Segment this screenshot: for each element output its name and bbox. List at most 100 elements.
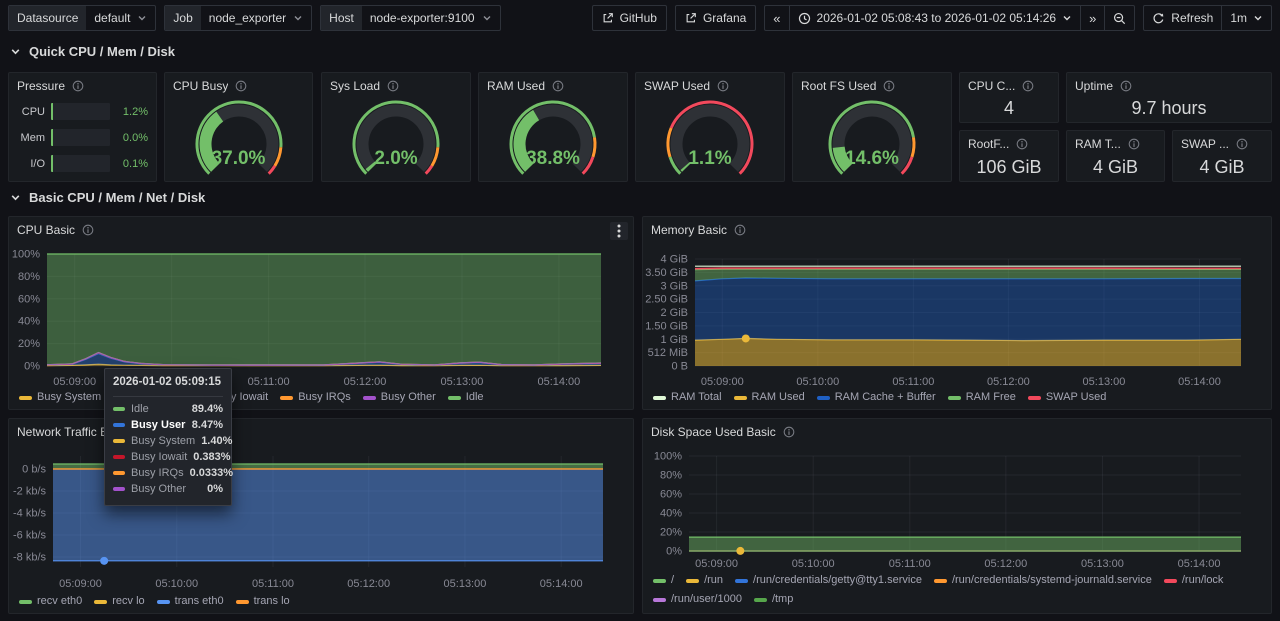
legend-item[interactable]: Busy System xyxy=(19,391,101,404)
refresh-interval-dropdown[interactable]: 1m xyxy=(1221,6,1271,30)
svg-text:2.50 GiB: 2.50 GiB xyxy=(645,294,688,306)
legend-item[interactable]: trans eth0 xyxy=(157,595,224,608)
legend-item[interactable]: /run xyxy=(686,574,723,587)
legend-item[interactable]: /run/credentials/systemd-journald.servic… xyxy=(934,574,1152,587)
gauge: 14.6% xyxy=(817,97,927,181)
svg-text:-8 kb/s: -8 kb/s xyxy=(13,551,47,563)
legend-item[interactable]: recv eth0 xyxy=(19,595,82,608)
cpu-basic-chart[interactable]: 05:09:0005:10:0005:11:0005:12:0005:13:00… xyxy=(9,217,635,411)
svg-text:-6 kb/s: -6 kb/s xyxy=(13,529,47,541)
gauge: 1.1% xyxy=(655,97,765,181)
panel-rootfs-total-stat: RootF... 106 GiB xyxy=(959,130,1059,182)
refresh-button[interactable]: Refresh xyxy=(1144,6,1221,30)
info-icon[interactable] xyxy=(1120,80,1132,92)
svg-text:2 GiB: 2 GiB xyxy=(660,307,688,319)
svg-text:60%: 60% xyxy=(660,489,682,501)
memory-basic-legend: RAM Total RAM Used RAM Cache + Buffer RAM F… xyxy=(653,391,1263,404)
panel-title[interactable]: SWAP Used xyxy=(644,79,710,93)
svg-text:0 B: 0 B xyxy=(671,361,688,373)
panel-title[interactable]: RAM Used xyxy=(487,79,545,93)
variable-value-dropdown[interactable]: default xyxy=(86,6,155,30)
legend-item[interactable]: /run/lock xyxy=(1164,574,1224,587)
legend-item[interactable]: /run/credentials/getty@tty1.service xyxy=(735,574,922,587)
github-link-button[interactable]: GitHub xyxy=(592,5,667,31)
legend-item[interactable]: SWAP Used xyxy=(1028,391,1107,404)
panel-disk-space-used-basic: Disk Space Used Basic 05:09:0005:10:0005… xyxy=(642,418,1272,614)
grafana-link-button[interactable]: Grafana xyxy=(675,5,756,31)
variable-host[interactable]: Host node-exporter:9100 xyxy=(320,5,500,31)
legend-item[interactable]: RAM Used xyxy=(734,391,805,404)
info-icon[interactable] xyxy=(552,80,564,92)
panel-title[interactable]: Pressure xyxy=(17,79,65,93)
info-icon[interactable] xyxy=(717,80,729,92)
panel-title[interactable]: RootF... xyxy=(968,137,1009,151)
legend-item[interactable]: recv lo xyxy=(94,595,144,608)
stat-value: 4 GiB xyxy=(1173,153,1271,181)
info-icon[interactable] xyxy=(883,80,895,92)
stat-value: 9.7 hours xyxy=(1067,95,1271,122)
stat-value: 4 xyxy=(960,95,1058,122)
legend-item[interactable]: Idle xyxy=(448,391,484,404)
info-icon[interactable] xyxy=(387,80,399,92)
info-icon[interactable] xyxy=(1128,138,1140,150)
gauge: 37.0% xyxy=(184,97,294,181)
info-icon[interactable] xyxy=(1016,138,1028,150)
info-icon[interactable] xyxy=(1022,80,1034,92)
info-icon[interactable] xyxy=(235,80,247,92)
gauge-value: 1.1% xyxy=(655,148,765,170)
svg-text:100%: 100% xyxy=(654,451,682,463)
svg-text:05:10:00: 05:10:00 xyxy=(796,376,839,388)
legend-item[interactable]: RAM Total xyxy=(653,391,722,404)
pressure-row: Mem 0.0% xyxy=(17,129,148,146)
zoom-out-time-button[interactable] xyxy=(1104,6,1134,30)
panel-title[interactable]: Root FS Used xyxy=(801,79,876,93)
variable-value-dropdown[interactable]: node_exporter xyxy=(201,6,311,30)
svg-text:05:11:00: 05:11:00 xyxy=(889,558,931,570)
legend-item[interactable]: trans lo xyxy=(236,595,290,608)
panel-title[interactable]: CPU C... xyxy=(968,79,1015,93)
svg-text:40%: 40% xyxy=(18,316,40,328)
variable-job[interactable]: Job node_exporter xyxy=(164,5,312,31)
time-shift-back-button[interactable]: « xyxy=(765,6,788,30)
section-basic-cpu-mem-net-disk[interactable]: Basic CPU / Mem / Net / Disk xyxy=(10,190,205,205)
info-icon[interactable] xyxy=(1236,138,1248,150)
legend-item[interactable]: /tmp xyxy=(754,593,793,606)
panel-title[interactable]: SWAP ... xyxy=(1181,137,1229,151)
variable-value-dropdown[interactable]: node-exporter:9100 xyxy=(362,6,500,30)
svg-text:80%: 80% xyxy=(18,271,40,283)
grafana-dashboard: Datasource default Job node_exporter Hos… xyxy=(0,0,1280,621)
panel-cpu-cores-stat: CPU C... 4 xyxy=(959,72,1059,123)
panel-title[interactable]: RAM T... xyxy=(1075,137,1121,151)
legend-item[interactable]: Busy Iowait xyxy=(194,391,268,404)
section-quick-cpu-mem-disk[interactable]: Quick CPU / Mem / Disk xyxy=(10,44,175,59)
svg-text:0%: 0% xyxy=(24,361,40,373)
legend-item[interactable]: Busy Other xyxy=(363,391,436,404)
svg-text:40%: 40% xyxy=(660,508,682,520)
legend-item[interactable]: Busy IRQs xyxy=(280,391,351,404)
variable-label: Host xyxy=(321,6,362,30)
svg-text:05:13:00: 05:13:00 xyxy=(1083,376,1126,388)
svg-text:05:11:00: 05:11:00 xyxy=(252,578,294,590)
memory-basic-chart[interactable]: 05:09:0005:10:0005:11:0005:12:0005:13:00… xyxy=(643,217,1273,411)
variable-datasource[interactable]: Datasource default xyxy=(8,5,156,31)
legend-item[interactable]: /run/user/1000 xyxy=(653,593,742,606)
gauge: 2.0% xyxy=(341,97,451,181)
svg-text:80%: 80% xyxy=(660,470,682,482)
legend-item[interactable]: RAM Cache + Buffer xyxy=(817,391,936,404)
svg-text:05:13:00: 05:13:00 xyxy=(441,376,484,388)
panel-sys-load-gauge: Sys Load 2.0% xyxy=(321,72,471,182)
panel-title[interactable]: Uptime xyxy=(1075,79,1113,93)
panel-title[interactable]: Sys Load xyxy=(330,79,380,93)
svg-text:05:11:00: 05:11:00 xyxy=(892,376,934,388)
time-shift-forward-button[interactable]: » xyxy=(1080,6,1104,30)
legend-item[interactable]: RAM Free xyxy=(948,391,1016,404)
caret-down-icon xyxy=(482,13,492,23)
legend-item[interactable]: Busy User xyxy=(113,391,182,404)
network-traffic-chart[interactable]: 05:09:0005:10:0005:11:0005:12:0005:13:00… xyxy=(9,419,635,615)
disk-space-legend: / /run/run/credentials/getty@tty1.service… xyxy=(653,574,1263,606)
legend-item[interactable]: / xyxy=(653,574,674,587)
time-range-button[interactable]: 2026-01-02 05:08:43 to 2026-01-02 05:14:… xyxy=(789,6,1081,30)
panel-title[interactable]: CPU Busy xyxy=(173,79,228,93)
info-icon[interactable] xyxy=(72,80,84,92)
svg-text:60%: 60% xyxy=(18,293,40,305)
